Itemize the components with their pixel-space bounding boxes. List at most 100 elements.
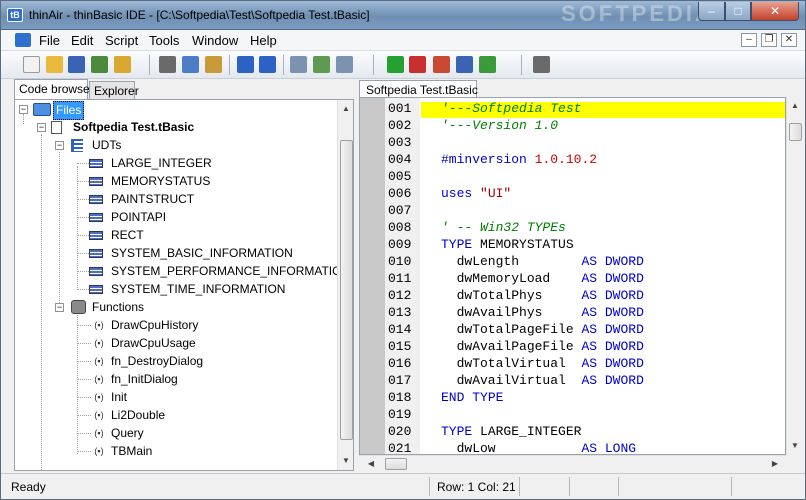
tree-line [77,253,89,254]
status-separator [569,477,570,496]
tree-node-function[interactable]: (▪) fn_InitDialog [77,371,277,388]
code-line[interactable]: dwLength AS DWORD [441,254,644,269]
new-file-icon[interactable] [23,56,40,73]
title-bar[interactable]: tB thinAir - thinBasic IDE - [C:\Softped… [1,1,805,30]
run-icon[interactable] [387,56,404,73]
tree-node-function[interactable]: (▪) DrawCpuUsage [77,335,277,352]
tree-node-function[interactable]: (▪) Li2Double [77,407,277,424]
copy-icon[interactable] [182,56,199,73]
tree-scrollbar[interactable]: ▲ ▼ [337,100,353,470]
scroll-thumb[interactable] [789,123,802,141]
tree-node-function[interactable]: (▪) Query [77,425,277,442]
tree-node-udt[interactable]: SYSTEM_PERFORMANCE_INFORMATION [77,263,350,280]
close-button[interactable]: ✕ [751,2,799,21]
code-line[interactable]: dwTotalPhys AS DWORD [441,288,644,303]
tree-node-function[interactable]: (▪) TBMain [77,443,277,460]
tree-node-files[interactable]: − Files [15,101,105,120]
code-line[interactable]: ' -- Win32 TYPEs [441,220,566,235]
tree-node-udt[interactable]: SYSTEM_BASIC_INFORMATION [77,245,347,262]
menu-script[interactable]: Script [105,33,138,48]
menu-window[interactable]: Window [192,33,238,48]
tree-line [77,415,91,416]
scroll-thumb[interactable] [385,458,407,470]
tree-node-udt[interactable]: PAINTSTRUCT [77,191,347,208]
collapse-toggle[interactable]: − [55,141,64,150]
save-all-icon[interactable] [91,56,108,73]
code-line[interactable]: dwMemoryLoad AS DWORD [441,271,644,286]
replace-icon[interactable] [336,56,353,73]
tree-node-udt[interactable]: MEMORYSTATUS [77,173,347,190]
tree-node-file[interactable]: − Softpedia Test.tBasic [15,119,215,136]
toolbar-separator [373,55,374,75]
app-icon[interactable]: tB [7,8,23,22]
mdi-restore-button[interactable]: ❐ [761,33,777,47]
line-number: 003 [388,135,412,150]
tree-node-function[interactable]: (▪) Init [77,389,277,406]
redo-icon[interactable] [259,56,276,73]
scroll-down-arrow-icon[interactable]: ▼ [338,452,353,469]
code-line[interactable]: '---Softpedia Test [441,101,581,116]
menu-edit[interactable]: Edit [71,33,93,48]
cut-icon[interactable] [159,56,176,73]
open-folder-icon[interactable] [46,56,63,73]
collapse-toggle[interactable]: − [55,303,64,312]
undo-icon[interactable] [237,56,254,73]
tree-node-udt[interactable]: RECT [77,227,347,244]
editor-vertical-scrollbar[interactable]: ▲ ▼ [786,97,803,455]
find-icon[interactable] [290,56,307,73]
code-line[interactable]: dwTotalPageFile AS DWORD [441,322,644,337]
options-icon[interactable] [533,56,550,73]
code-line[interactable]: dwTotalVirtual AS DWORD [441,356,644,371]
tree-node-functions[interactable]: − Functions [15,299,175,316]
code-line[interactable]: dwAvailPageFile AS DWORD [441,339,644,354]
code-line[interactable]: '---Version 1.0 [441,118,558,133]
debug-run-icon[interactable] [409,56,426,73]
find-next-icon[interactable] [313,56,330,73]
menu-file[interactable]: File [39,33,60,48]
tree-line [77,325,91,326]
bundle-icon[interactable] [433,56,450,73]
scroll-up-arrow-icon[interactable]: ▲ [787,97,803,114]
code-line[interactable]: dwAvailVirtual AS DWORD [441,373,644,388]
document-icon[interactable] [15,33,31,47]
mdi-minimize-button[interactable]: – [741,33,757,47]
obfuscate-icon[interactable] [456,56,473,73]
menu-help[interactable]: Help [250,33,277,48]
line-number: 014 [388,322,412,337]
code-line[interactable]: TYPE LARGE_INTEGER [441,424,581,439]
tree-node-function[interactable]: (▪) fn_DestroyDialog [77,353,277,370]
save-icon[interactable] [68,56,85,73]
scroll-down-arrow-icon[interactable]: ▼ [787,437,803,454]
code-line[interactable]: TYPE MEMORYSTATUS [441,237,574,252]
line-number: 011 [388,271,412,286]
tab-editor-file[interactable]: Softpedia Test.tBasic [359,80,478,98]
tree-node-udt[interactable]: LARGE_INTEGER [77,155,347,172]
tree-node-udt[interactable]: POINTAPI [77,209,347,226]
paste-icon[interactable] [205,56,222,73]
tree-node-udt[interactable]: SYSTEM_TIME_INFORMATION [77,281,347,298]
scroll-right-arrow-icon[interactable]: ▶ [767,456,783,471]
maximize-button[interactable]: □ [725,2,751,21]
code-line[interactable]: END TYPE [441,390,503,405]
code-line[interactable]: dwLow AS LONG [441,441,636,454]
mdi-close-button[interactable]: ✕ [781,33,797,47]
compile-icon[interactable] [479,56,496,73]
tree-node-udts[interactable]: − UDTs [15,137,165,154]
print-icon[interactable] [114,56,131,73]
code-line[interactable]: dwAvailPhys AS DWORD [441,305,644,320]
tab-explorer[interactable]: Explorer [89,81,139,100]
minimize-button[interactable]: – [698,2,725,21]
tab-code-browser[interactable]: Code browser [14,79,94,100]
editor-horizontal-scrollbar[interactable]: ◀ ▶ [359,455,786,471]
bookmark-margin[interactable] [360,98,385,454]
code-line[interactable]: uses "UI" [441,186,511,201]
collapse-toggle[interactable]: − [37,123,46,132]
code-line[interactable]: #minversion 1.0.10.2 [441,152,597,167]
scroll-thumb[interactable] [340,140,353,440]
scroll-left-arrow-icon[interactable]: ◀ [363,456,379,471]
scroll-up-arrow-icon[interactable]: ▲ [338,100,353,117]
collapse-toggle[interactable]: − [19,105,28,114]
code-editor[interactable]: 001 002 003 004 005 006 007 008 009 010 … [359,97,786,455]
tree-node-function[interactable]: (▪) DrawCpuHistory [77,317,277,334]
menu-tools[interactable]: Tools [149,33,179,48]
